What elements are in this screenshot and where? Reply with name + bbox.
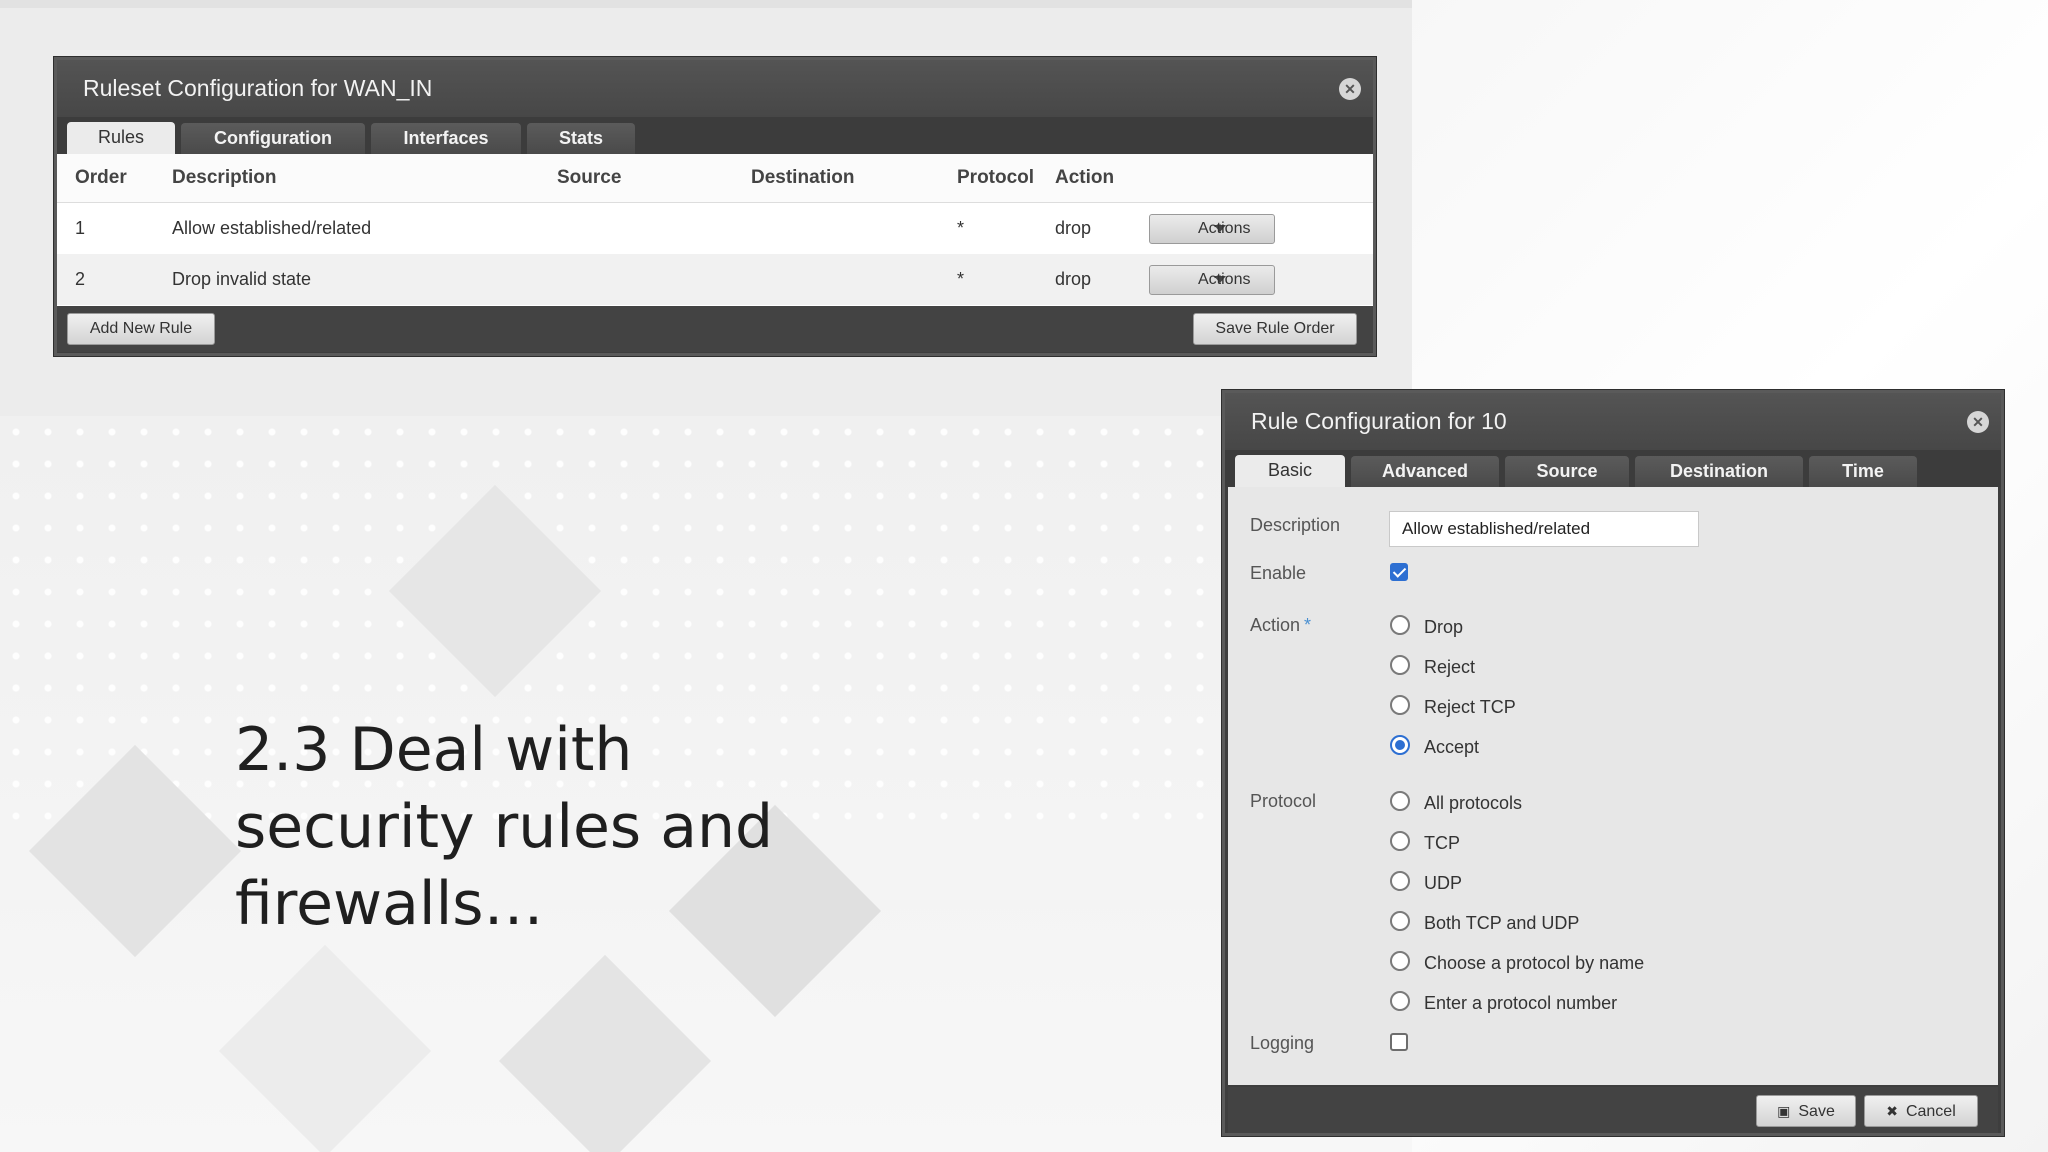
rule-config-title: Rule Configuration for 10 bbox=[1251, 408, 1507, 434]
tab-rules[interactable]: Rules bbox=[67, 122, 175, 154]
action-label: Action * bbox=[1250, 615, 1311, 636]
rule-config-tabbar: Basic Advanced Source Destination Time bbox=[1225, 450, 2001, 487]
radio-label: Reject TCP bbox=[1424, 697, 1516, 717]
column-header-order: Order bbox=[75, 167, 127, 188]
radio-label: Choose a protocol by name bbox=[1424, 953, 1645, 973]
headline-line: firewalls… bbox=[235, 869, 544, 939]
radio-label: TCP bbox=[1424, 833, 1460, 853]
column-header-destination: Destination bbox=[751, 167, 855, 188]
tab-interfaces[interactable]: Interfaces bbox=[371, 123, 521, 154]
radio-label: Accept bbox=[1424, 737, 1480, 757]
table-header: Order Description Source Destination Pro… bbox=[57, 154, 1373, 203]
tab-configuration[interactable]: Configuration bbox=[181, 123, 365, 154]
radio-button[interactable] bbox=[1390, 991, 1410, 1011]
radio-label: UDP bbox=[1424, 873, 1463, 893]
rule-config-titlebar[interactable]: Rule Configuration for 10 ✕ bbox=[1225, 393, 2001, 450]
column-header-description: Description bbox=[172, 167, 277, 188]
tab-basic[interactable]: Basic bbox=[1235, 455, 1345, 487]
rule-description: Drop invalid state bbox=[172, 269, 312, 289]
radio-label: Both TCP and UDP bbox=[1424, 913, 1580, 933]
rule-order: 2 bbox=[75, 269, 86, 289]
headline-line: 2.3 Deal with bbox=[235, 715, 633, 785]
radio-label: Reject bbox=[1424, 657, 1476, 677]
actions-dropdown-button[interactable]: Actions bbox=[1149, 214, 1275, 244]
actions-dropdown-button[interactable]: Actions bbox=[1149, 265, 1275, 295]
ruleset-tabbar: Rules Configuration Interfaces Stats bbox=[57, 117, 1373, 154]
ruleset-dialog-titlebar[interactable]: Ruleset Configuration for WAN_IN ✕ bbox=[57, 60, 1373, 117]
cancel-button[interactable]: ✖ Cancel bbox=[1864, 1095, 1978, 1127]
logging-label: Logging bbox=[1250, 1033, 1315, 1053]
tab-source[interactable]: Source bbox=[1505, 456, 1629, 487]
radio-button[interactable] bbox=[1390, 615, 1410, 635]
radio-button[interactable] bbox=[1390, 791, 1410, 811]
tab-destination[interactable]: Destination bbox=[1635, 456, 1803, 487]
diamond-shape bbox=[218, 944, 432, 1152]
close-icon: ✖ bbox=[1886, 1103, 1898, 1119]
rule-form: Description Enable Action* Drop Reject R… bbox=[1228, 487, 1998, 1085]
rule-action: drop bbox=[1055, 269, 1092, 289]
floppy-disk-icon: ▣ bbox=[1777, 1103, 1791, 1119]
rules-table: Order Description Source Destination Pro… bbox=[57, 154, 1373, 306]
radio-button[interactable] bbox=[1390, 831, 1410, 851]
radio-button-selected[interactable] bbox=[1390, 735, 1410, 755]
logging-checkbox[interactable] bbox=[1390, 1033, 1408, 1051]
radio-button[interactable] bbox=[1390, 871, 1410, 891]
ruleset-dialog-title: Ruleset Configuration for WAN_IN bbox=[83, 75, 433, 101]
add-new-rule-button[interactable]: Add New Rule bbox=[67, 313, 215, 345]
tab-stats[interactable]: Stats bbox=[527, 123, 635, 154]
radio-button[interactable] bbox=[1390, 911, 1410, 931]
save-button[interactable]: ▣ Save bbox=[1756, 1095, 1856, 1127]
save-label: Save bbox=[1798, 1103, 1835, 1120]
action-label-text: Action bbox=[1250, 615, 1301, 635]
description-input[interactable] bbox=[1389, 511, 1699, 547]
rule-description: Allow established/related bbox=[172, 218, 372, 238]
column-header-protocol: Protocol bbox=[957, 167, 1035, 188]
radio-label: All protocols bbox=[1424, 793, 1523, 813]
required-mark: * bbox=[1304, 615, 1312, 635]
headline-line: security rules and bbox=[235, 792, 774, 862]
close-icon[interactable]: ✕ bbox=[1967, 411, 1989, 433]
column-header-source: Source bbox=[557, 167, 622, 188]
diamond-shape bbox=[498, 954, 712, 1152]
table-row[interactable]: 1 Allow established/related * drop Actio… bbox=[57, 203, 1373, 254]
cancel-label: Cancel bbox=[1905, 1103, 1956, 1120]
radio-button[interactable] bbox=[1390, 655, 1410, 675]
ruleset-footer: Add New Rule Save Rule Order bbox=[57, 306, 1373, 352]
radio-label: Drop bbox=[1424, 617, 1464, 637]
rule-protocol: * bbox=[957, 218, 965, 238]
enable-checkbox[interactable] bbox=[1390, 563, 1408, 581]
column-header-action: Action bbox=[1055, 167, 1115, 188]
tab-advanced[interactable]: Advanced bbox=[1351, 456, 1499, 487]
rule-protocol: * bbox=[957, 269, 965, 289]
radio-label: Enter a protocol number bbox=[1424, 993, 1618, 1013]
rule-order: 1 bbox=[75, 218, 86, 238]
actions-label: Actions bbox=[1198, 220, 1251, 237]
table-row[interactable]: 2 Drop invalid state * drop Actions bbox=[57, 254, 1373, 305]
save-rule-order-button[interactable]: Save Rule Order bbox=[1193, 313, 1357, 345]
close-icon[interactable]: ✕ bbox=[1339, 78, 1361, 100]
radio-button[interactable] bbox=[1390, 695, 1410, 715]
tab-time[interactable]: Time bbox=[1809, 456, 1917, 487]
rule-config-footer: ▣ Save ✖ Cancel bbox=[1228, 1087, 1998, 1133]
slide-headline: 2.3 Deal with security rules and firewal… bbox=[235, 712, 935, 943]
radio-button[interactable] bbox=[1390, 951, 1410, 971]
actions-label: Actions bbox=[1198, 271, 1251, 288]
rule-config-dialog: Rule Configuration for 10 ✕ Basic Advanc… bbox=[1222, 390, 2004, 1136]
ruleset-dialog: Ruleset Configuration for WAN_IN ✕ Rules… bbox=[54, 57, 1376, 356]
enable-label: Enable bbox=[1250, 563, 1307, 583]
rule-action: drop bbox=[1055, 218, 1092, 238]
description-label: Description bbox=[1250, 515, 1341, 535]
protocol-label: Protocol bbox=[1250, 791, 1317, 811]
